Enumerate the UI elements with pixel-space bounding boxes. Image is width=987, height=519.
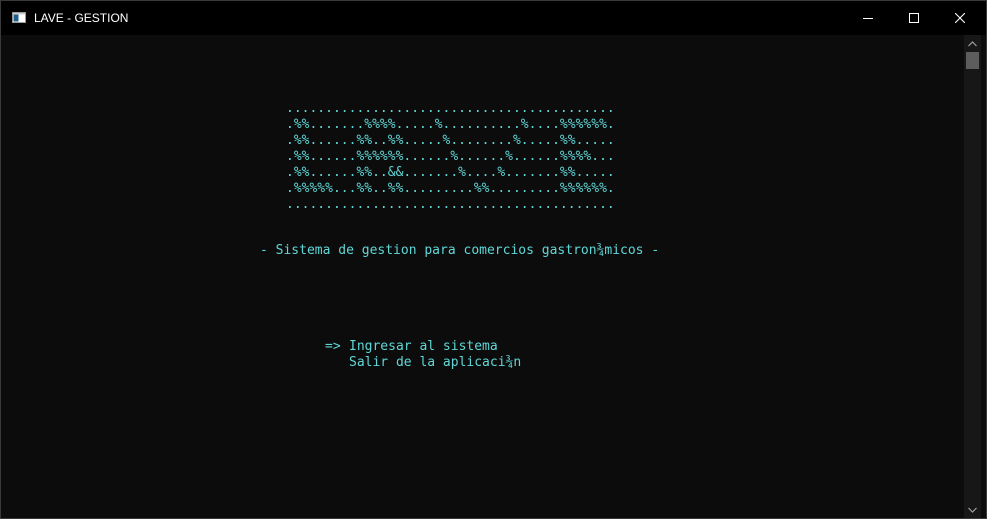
- banner-line: .%%......%%..%%.....%........%.....%%...…: [286, 133, 615, 148]
- banner-line: ........................................…: [286, 101, 615, 116]
- scroll-up-button[interactable]: [964, 35, 981, 52]
- console-output[interactable]: ........................................…: [1, 35, 964, 518]
- close-button[interactable]: [937, 1, 983, 35]
- banner-line: .%%......%%..&&.......%....%.......%%...…: [286, 165, 615, 180]
- menu-item-exit[interactable]: Salir de la aplicaci¾n: [349, 355, 521, 371]
- banner-line: .%%%%%...%%..%%.........%%.........%%%%%…: [286, 181, 615, 196]
- menu-cursor: =>: [325, 339, 341, 354]
- maximize-icon: [909, 13, 919, 23]
- minimize-button[interactable]: [845, 1, 891, 35]
- banner-line: .%%.......%%%%.....%..........%....%%%%%…: [286, 117, 615, 132]
- app-subtitle: - Sistema de gestion para comercios gast…: [260, 243, 660, 258]
- banner-line: .%%......%%%%%%......%......%......%%%%.…: [286, 149, 615, 164]
- title-bar[interactable]: LAVE - GESTION: [1, 1, 986, 35]
- minimize-icon: [863, 18, 873, 19]
- terminal-app-icon[interactable]: [12, 12, 26, 23]
- console-window: LAVE - GESTION .........................…: [0, 0, 987, 519]
- scroll-down-button[interactable]: [964, 501, 981, 518]
- scroll-thumb[interactable]: [966, 52, 979, 69]
- window-title: LAVE - GESTION: [34, 11, 129, 25]
- chevron-down-icon: [968, 507, 977, 513]
- menu-item-login[interactable]: Ingresar al sistema: [349, 339, 498, 355]
- banner-line: ........................................…: [286, 197, 615, 212]
- maximize-button[interactable]: [891, 1, 937, 35]
- chevron-up-icon: [968, 40, 977, 46]
- vertical-scrollbar[interactable]: [964, 35, 981, 518]
- close-icon: [955, 13, 965, 23]
